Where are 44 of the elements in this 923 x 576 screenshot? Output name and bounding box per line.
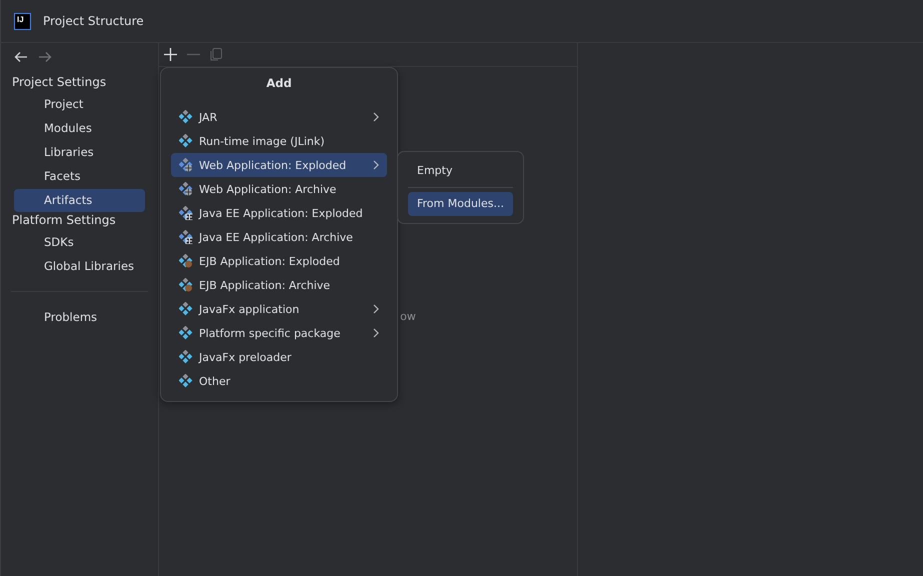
artifact-icon [179, 302, 193, 316]
back-arrow-icon[interactable] [14, 51, 28, 63]
window-title: Project Structure [43, 14, 144, 28]
menu-item[interactable]: EJB Application: Archive [171, 273, 387, 297]
hint-text: ow [400, 310, 416, 325]
forward-arrow-icon[interactable] [38, 51, 52, 63]
menu-item[interactable]: Web Application: Exploded [171, 153, 387, 177]
menu-item[interactable]: Other [171, 369, 387, 393]
sidebar-item[interactable]: Facets [14, 165, 145, 188]
sidebar-item[interactable]: Project [14, 93, 145, 116]
artifact-icon [179, 326, 193, 340]
menu-item[interactable]: Java EE Application: Exploded [171, 201, 387, 225]
add-icon[interactable] [164, 48, 177, 61]
sidebar-item[interactable]: Global Libraries [14, 255, 145, 278]
sidebar-item[interactable]: SDKs [14, 231, 145, 254]
menu-title: Add [265, 76, 293, 92]
web-artifact-icon [179, 158, 193, 172]
section-title: Platform Settings [11, 213, 117, 227]
menu-item[interactable]: From Modules... [408, 192, 513, 216]
sidebar-item[interactable]: Problems [14, 306, 145, 329]
ee-artifact-icon [179, 230, 193, 244]
bean-artifact-icon [179, 278, 193, 292]
sidebar-item[interactable]: Artifacts [14, 189, 145, 212]
sidebar-item[interactable]: Modules [14, 117, 145, 140]
menu-item[interactable]: JAR [171, 105, 387, 129]
sidebar-item[interactable]: Libraries [14, 141, 145, 164]
menu-item[interactable]: Platform specific package [171, 321, 387, 345]
app-logo: IJ [14, 12, 31, 30]
artifact-icon [179, 134, 193, 148]
menu-item[interactable]: EJB Application: Exploded [171, 249, 387, 273]
menu-item[interactable]: Run-time image (JLink) [171, 129, 387, 153]
web-artifact-icon [179, 182, 193, 196]
section-title: Project Settings [11, 75, 108, 89]
bean-artifact-icon [179, 254, 193, 268]
ee-artifact-icon [179, 206, 193, 220]
artifact-icon [179, 374, 193, 388]
menu-item[interactable]: JavaFx preloader [171, 345, 387, 369]
copy-icon[interactable] [210, 48, 222, 61]
menu-item[interactable]: Java EE Application: Archive [171, 225, 387, 249]
menu-item[interactable]: Empty [408, 159, 513, 183]
menu-item[interactable]: JavaFx application [171, 297, 387, 321]
artifact-icon [179, 110, 193, 124]
artifact-icon [179, 350, 193, 364]
menu-item[interactable]: Web Application: Archive [171, 177, 387, 201]
